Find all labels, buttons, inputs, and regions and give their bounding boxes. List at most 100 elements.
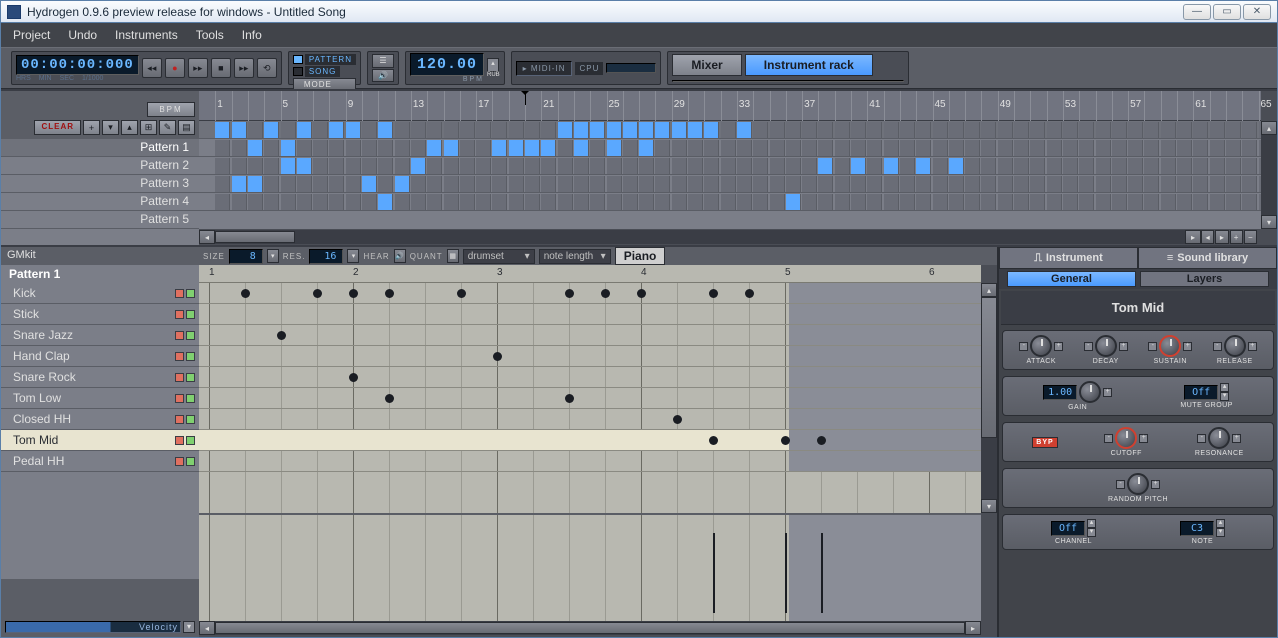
- layers-subtab[interactable]: Layers: [1140, 271, 1269, 287]
- titlebar[interactable]: Hydrogen 0.9.6 preview release for windo…: [1, 1, 1277, 23]
- select-tool-button[interactable]: ⊞: [140, 120, 157, 135]
- pattern-ruler[interactable]: 123456: [199, 265, 981, 283]
- menu-undo[interactable]: Undo: [68, 28, 97, 42]
- add-pattern-button[interactable]: +: [83, 120, 100, 135]
- song-vscroll-down[interactable]: ▸: [1215, 230, 1228, 244]
- song-vscroll-up[interactable]: ◂: [1201, 230, 1214, 244]
- general-subtab[interactable]: General: [1007, 271, 1136, 287]
- size-dropdown[interactable]: ▾: [267, 249, 279, 263]
- quant-toggle[interactable]: ▦: [447, 249, 459, 263]
- pattern-row-3[interactable]: Pattern 4: [1, 193, 199, 211]
- record-button[interactable]: ●: [165, 58, 185, 78]
- instrument-row-2[interactable]: Snare Jazz: [1, 325, 199, 346]
- instrument-row-7[interactable]: Tom Mid: [1, 430, 199, 451]
- instrument-row-5[interactable]: Tom Low: [1, 388, 199, 409]
- sound-library-tab[interactable]: ≡Sound library: [1138, 247, 1277, 269]
- res-dropdown[interactable]: ▾: [347, 249, 359, 263]
- instrument-row-3[interactable]: Hand Clap: [1, 346, 199, 367]
- instrument-row-0[interactable]: Kick: [1, 283, 199, 304]
- song-add-button[interactable]: +: [1230, 230, 1243, 244]
- channel-value[interactable]: Off: [1051, 521, 1085, 536]
- pattern-vscroll[interactable]: ▴ ▾: [981, 265, 997, 637]
- loop-button[interactable]: ⟲: [257, 58, 277, 78]
- mode-song-label[interactable]: SONG: [305, 66, 341, 77]
- song-vscroll-up2[interactable]: ▴: [1261, 121, 1277, 135]
- menu-info[interactable]: Info: [242, 28, 262, 42]
- minimize-button[interactable]: —: [1183, 4, 1211, 20]
- instrument-rack-button[interactable]: Instrument rack: [745, 54, 873, 76]
- pattern-grid[interactable]: [199, 283, 981, 513]
- cutoff-knob[interactable]: [1115, 427, 1137, 449]
- time-panel: 00:00:00:000 HRS MIN SEC 1/1000 ◂◂ ● ▸▸ …: [11, 51, 282, 85]
- notelength-combo[interactable]: note length▾: [539, 249, 611, 264]
- instrument-row-8[interactable]: Pedal HH: [1, 451, 199, 472]
- menu-instruments[interactable]: Instruments: [115, 28, 178, 42]
- pattern-row-4[interactable]: Pattern 5: [1, 211, 199, 229]
- move-down-button[interactable]: ▾: [102, 120, 119, 135]
- bypass-button[interactable]: BYP: [1032, 437, 1057, 448]
- bpm-label: BPM: [463, 76, 484, 83]
- rewind-button[interactable]: ◂◂: [142, 58, 162, 78]
- hear-toggle[interactable]: 🔊: [394, 249, 406, 263]
- size-label: SIZE: [203, 252, 225, 261]
- decay-knob[interactable]: [1095, 335, 1117, 357]
- pattern-hscroll[interactable]: ◂ ▸: [199, 621, 981, 637]
- window-title: Hydrogen 0.9.6 preview release for windo…: [27, 5, 1183, 19]
- velocity-dropdown[interactable]: ▾: [183, 621, 195, 633]
- view-panel: Mixer Instrument rack: [667, 51, 909, 85]
- draw-tool-button[interactable]: ✎: [159, 120, 176, 135]
- song-vscroll-down2[interactable]: ▾: [1261, 215, 1277, 229]
- mixer-button[interactable]: Mixer: [672, 54, 741, 76]
- midi-panel: ▸ MIDI-IN CPU: [511, 51, 662, 85]
- move-up-button[interactable]: ▴: [121, 120, 138, 135]
- velocity-grid[interactable]: [199, 513, 981, 621]
- close-button[interactable]: ✕: [1243, 4, 1271, 20]
- instrument-tab[interactable]: ⎍Instrument: [999, 247, 1138, 269]
- mode-pattern-label[interactable]: PATTERN: [305, 54, 356, 65]
- gain-value[interactable]: 1.00: [1043, 385, 1077, 400]
- speaker-button[interactable]: 🔊: [372, 69, 394, 83]
- song-ruler[interactable]: 1591317212529333741454953576165: [199, 91, 1261, 121]
- layer-combo[interactable]: drumset▾: [463, 249, 535, 264]
- pattern-row-1[interactable]: Pattern 2: [1, 157, 199, 175]
- song-grid[interactable]: [199, 121, 1261, 229]
- pattern-row-0[interactable]: Pattern 1: [1, 139, 199, 157]
- res-label: RES.: [283, 252, 306, 261]
- instrument-row-6[interactable]: Closed HH: [1, 409, 199, 430]
- bpm-display[interactable]: 120.00: [410, 53, 484, 76]
- kit-name: GMkit: [1, 247, 199, 265]
- menu-tools[interactable]: Tools: [196, 28, 224, 42]
- time-labels: HRS MIN SEC 1/1000: [16, 75, 139, 82]
- menu-button[interactable]: ▤: [178, 120, 195, 135]
- resonance-knob[interactable]: [1208, 427, 1230, 449]
- instrument-row-4[interactable]: Snare Rock: [1, 367, 199, 388]
- res-value[interactable]: 16: [309, 249, 343, 264]
- size-value[interactable]: 8: [229, 249, 263, 264]
- random-pitch-knob[interactable]: [1127, 473, 1149, 495]
- velocity-indicator[interactable]: Velocity: [5, 621, 181, 633]
- mode-panel: PATTERN SONG MODE: [288, 51, 361, 85]
- instrument-row-1[interactable]: Stick: [1, 304, 199, 325]
- bpm-panel: 120.00 BPM ▴ RUB: [405, 51, 505, 85]
- forward-button[interactable]: ▸▸: [234, 58, 254, 78]
- song-remove-button[interactable]: −: [1244, 230, 1257, 244]
- song-hscroll[interactable]: ◂ ▸ ◂ ▸ + −: [199, 229, 1261, 245]
- release-knob[interactable]: [1224, 335, 1246, 357]
- clear-button[interactable]: CLEAR: [34, 120, 81, 135]
- sustain-knob[interactable]: [1159, 335, 1181, 357]
- gain-knob[interactable]: [1079, 381, 1101, 403]
- note-value[interactable]: C3: [1180, 521, 1214, 536]
- attack-knob[interactable]: [1030, 335, 1052, 357]
- menu-project[interactable]: Project: [13, 28, 50, 42]
- stop-button[interactable]: ■: [211, 58, 231, 78]
- piano-button[interactable]: Piano: [615, 247, 666, 265]
- pattern-list: Pattern 1Pattern 2Pattern 3Pattern 4Patt…: [1, 139, 199, 245]
- maximize-button[interactable]: ▭: [1213, 4, 1241, 20]
- metronome-button[interactable]: ☰: [372, 54, 394, 68]
- play-button[interactable]: ▸▸: [188, 58, 208, 78]
- bpm-marker-button[interactable]: BPM: [147, 102, 195, 117]
- pattern-row-2[interactable]: Pattern 3: [1, 175, 199, 193]
- mute-group-value[interactable]: Off: [1184, 385, 1218, 400]
- bc-panel: ☰ 🔊: [367, 51, 399, 85]
- midi-section: Off▴▾CHANNEL C3▴▾NOTE: [1002, 514, 1274, 550]
